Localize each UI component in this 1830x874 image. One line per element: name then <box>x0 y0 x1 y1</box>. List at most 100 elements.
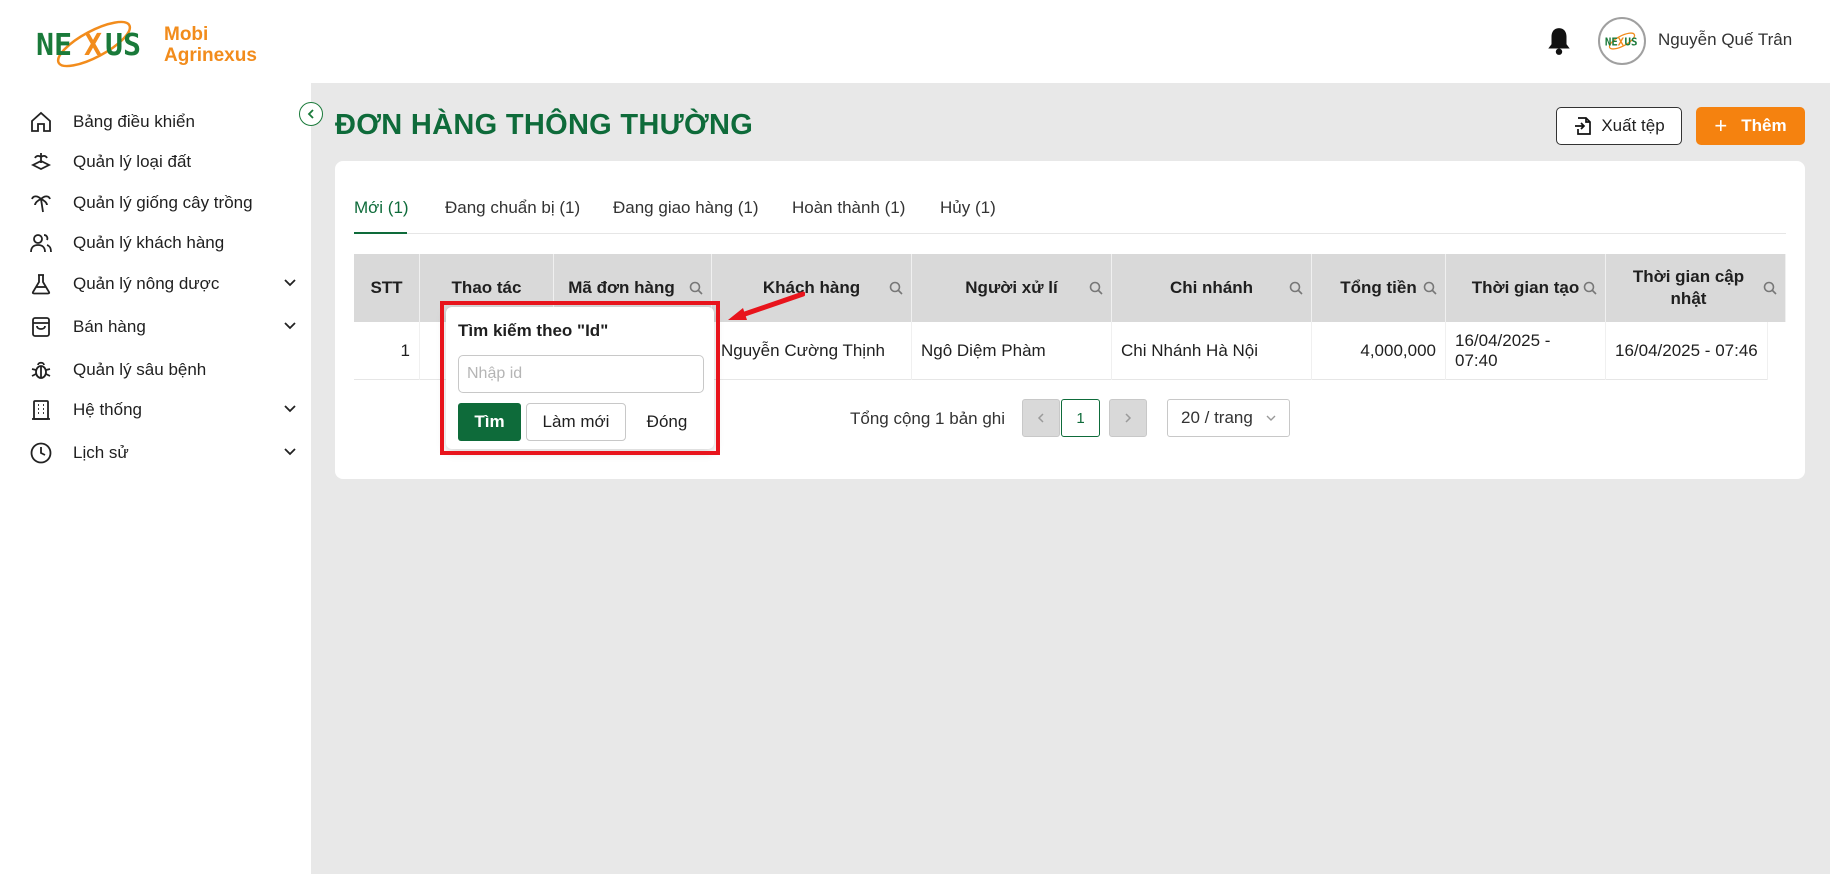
avatar[interactable]: NE X US <box>1598 17 1646 65</box>
cell-customer: Nguyễn Cường Thịnh <box>712 322 912 380</box>
chevron-left-icon <box>1037 413 1044 423</box>
tab-preparing[interactable]: Đang chuẩn bị (1) <box>445 198 580 218</box>
column-header-total[interactable]: Tổng tiền <box>1312 254 1446 322</box>
chevron-down-icon <box>284 279 296 287</box>
sidebar-item-label: Quản lý giống cây trồng <box>73 193 253 212</box>
avatar-logo-icon: NE X US <box>1605 32 1638 50</box>
export-button[interactable]: Xuất tệp <box>1556 107 1682 145</box>
sidebar-item-label: Quản lý nông dược <box>73 274 220 293</box>
column-header-label: Thời gian tạo <box>1471 278 1580 297</box>
column-header-branch[interactable]: Chi nhánh <box>1112 254 1312 322</box>
cell-handler: Ngô Diệm Phàm <box>912 322 1112 380</box>
page-size-value: 20 / trang <box>1181 408 1253 427</box>
search-icon[interactable] <box>1289 281 1303 295</box>
export-button-label: Xuất tệp <box>1601 116 1665 135</box>
search-icon[interactable] <box>1089 281 1103 295</box>
tab-new[interactable]: Mới (1) <box>354 198 409 218</box>
tab-cancelled[interactable]: Hủy (1) <box>940 198 996 218</box>
column-header-handler[interactable]: Người xử lí <box>912 254 1112 322</box>
svg-text:X: X <box>1618 35 1625 48</box>
sidebar-item-label: Quản lý khách hàng <box>73 233 225 252</box>
svg-text:US: US <box>1625 35 1638 48</box>
sidebar-item-label: Quản lý loại đất <box>73 152 192 171</box>
sidebar-item-history[interactable]: Lịch sử <box>28 436 298 470</box>
chevron-right-icon <box>1125 413 1132 423</box>
search-icon[interactable] <box>689 281 703 295</box>
home-icon <box>31 111 51 132</box>
pagination-next-button[interactable] <box>1109 399 1147 437</box>
search-icon[interactable] <box>889 281 903 295</box>
sidebar-item-label: Bán hàng <box>73 317 146 336</box>
active-tab-indicator <box>354 232 407 234</box>
column-header-label: Chi nhánh <box>1169 278 1254 297</box>
chevron-down-icon <box>284 405 296 413</box>
chevron-left-icon <box>307 109 314 119</box>
pagination-prev-button[interactable] <box>1022 399 1060 437</box>
chevron-down-icon <box>284 322 296 330</box>
brand-line-1: Mobi <box>164 24 209 45</box>
top-header: NE X US Mobi Agrinexus NE X US Nguyễn Qu… <box>0 0 1830 83</box>
sidebar-item-dashboard[interactable]: Bảng điều khiển <box>28 105 298 139</box>
sidebar-collapse-button[interactable] <box>299 102 323 126</box>
svg-text:US: US <box>105 28 141 63</box>
file-export-icon <box>1575 117 1592 135</box>
brand-line-2: Agrinexus <box>164 45 257 66</box>
svg-text:NE: NE <box>1605 35 1618 48</box>
cell-stt: 1 <box>354 322 420 380</box>
column-header-stt: STT <box>354 254 420 322</box>
sidebar-item-label: Quản lý sâu bệnh <box>73 360 207 379</box>
bug-icon <box>31 361 51 379</box>
highlight-box <box>440 301 720 455</box>
column-header-label: Thời gian cập nhật <box>1632 267 1745 308</box>
pagination-total: Tổng cộng 1 bản ghi <box>850 409 1006 428</box>
plus-icon: + <box>1714 113 1728 138</box>
cell-updated: 16/04/2025 - 07:46 <box>1606 322 1768 380</box>
column-header-label: Mã đơn hàng <box>568 278 675 297</box>
main-content: ĐƠN HÀNG THÔNG THƯỜNG Xuất tệp + Thêm Mớ… <box>311 83 1830 874</box>
sidebar-item-customers[interactable]: Quản lý khách hàng <box>28 226 298 260</box>
brand-name: Mobi Agrinexus <box>164 24 257 66</box>
page-title: ĐƠN HÀNG THÔNG THƯỜNG <box>335 109 754 141</box>
users-icon <box>30 234 52 253</box>
add-button-label: Thêm <box>1741 116 1787 135</box>
flask-icon <box>31 274 51 295</box>
column-header-label: Tổng tiền <box>1340 278 1417 297</box>
column-header-label: Người xử lí <box>965 278 1058 297</box>
sidebar-item-pests[interactable]: Quản lý sâu bệnh <box>28 353 298 387</box>
sidebar-item-soil-types[interactable]: Quản lý loại đất <box>28 145 298 179</box>
page-size-select[interactable]: 20 / trang <box>1167 399 1290 437</box>
search-icon[interactable] <box>1423 281 1437 295</box>
cell-total: 4,000,000 <box>1312 322 1446 380</box>
chevron-down-icon <box>1266 415 1276 421</box>
palm-tree-icon <box>31 195 51 213</box>
add-button[interactable]: + Thêm <box>1696 107 1805 145</box>
column-header-updated[interactable]: Thời gian cập nhật <box>1606 254 1786 322</box>
sidebar-item-label: Hệ thống <box>73 400 142 419</box>
sidebar-item-pesticides[interactable]: Quản lý nông dược <box>28 267 298 301</box>
svg-text:NE: NE <box>36 28 72 63</box>
soil-icon <box>30 153 52 171</box>
building-icon <box>32 400 50 420</box>
sidebar-item-system[interactable]: Hệ thống <box>28 393 298 427</box>
sidebar-item-label: Bảng điều khiển <box>73 112 195 131</box>
chevron-down-icon <box>284 448 296 456</box>
tab-delivering[interactable]: Đang giao hàng (1) <box>613 198 759 218</box>
bell-icon[interactable] <box>1546 26 1572 56</box>
nexus-logo-mark: NE X US <box>36 20 141 68</box>
sidebar-item-sales[interactable]: Bán hàng <box>28 310 298 344</box>
search-icon[interactable] <box>1763 281 1777 295</box>
tab-completed[interactable]: Hoàn thành (1) <box>792 198 905 218</box>
status-tabs: Mới (1) Đang chuẩn bị (1) Đang giao hàng… <box>354 161 1786 234</box>
sidebar-item-crop-varieties[interactable]: Quản lý giống cây trồng <box>28 186 298 220</box>
cell-branch: Chi Nhánh Hà Nội <box>1112 322 1312 380</box>
pagination-page-1[interactable]: 1 <box>1061 399 1100 437</box>
annotation-arrow-icon <box>728 291 805 320</box>
user-name[interactable]: Nguyễn Quế Trân <box>1658 30 1792 50</box>
clock-icon <box>30 442 52 464</box>
search-icon[interactable] <box>1583 281 1597 295</box>
logo[interactable]: NE X US Mobi Agrinexus <box>34 14 264 74</box>
column-header-created[interactable]: Thời gian tạo <box>1446 254 1606 322</box>
sidebar-item-label: Lịch sử <box>73 443 129 462</box>
sidebar: Bảng điều khiển Quản lý loại đất Quản lý… <box>0 83 311 874</box>
svg-text:X: X <box>84 28 102 63</box>
